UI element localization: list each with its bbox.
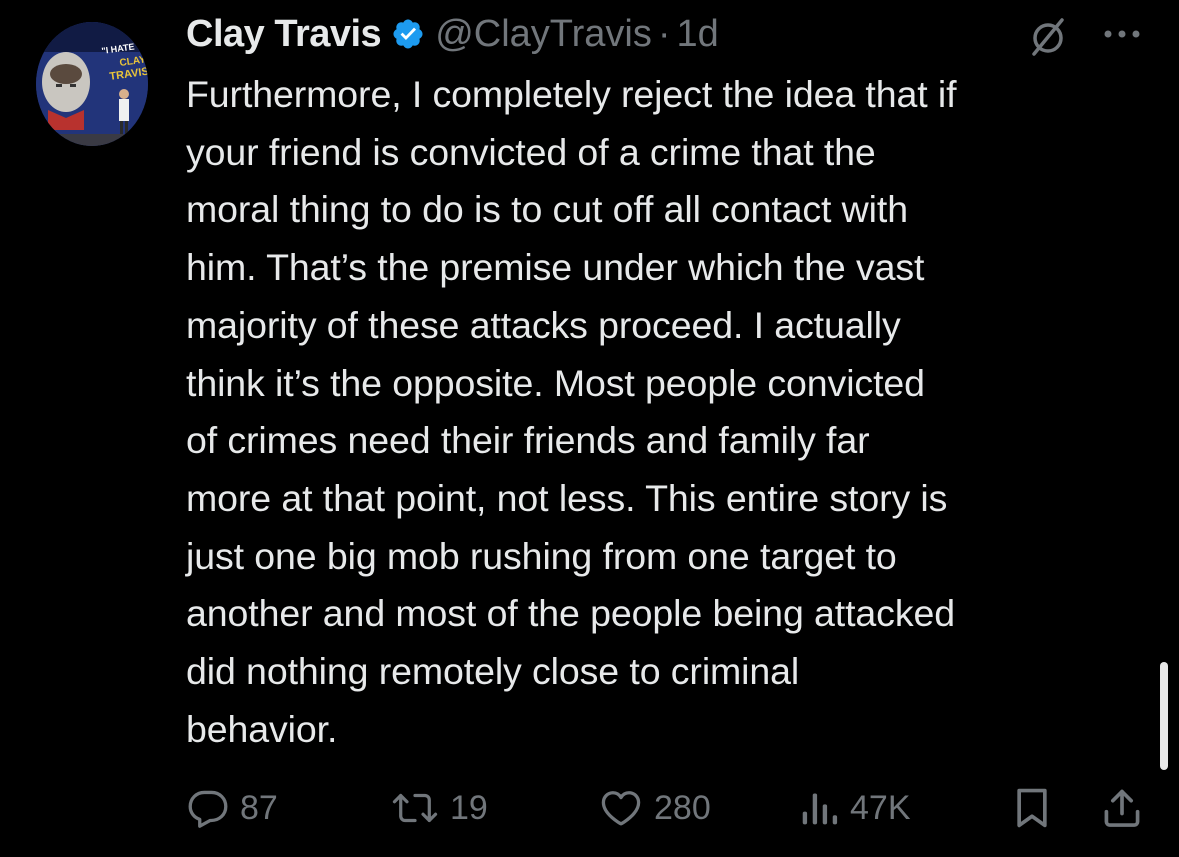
scrollbar[interactable] <box>1160 662 1168 770</box>
tweet: "I HATE YOU CLAY TRAVIS" Clay Travis @Cl… <box>0 0 1179 857</box>
bookmark-button[interactable] <box>1012 780 1052 836</box>
tweet-header: Clay Travis @ClayTravis · 1d <box>186 8 719 60</box>
tweet-text-line: majority of these attacks proceed. I act… <box>186 303 901 346</box>
reply-icon <box>188 790 228 828</box>
repost-count: 19 <box>450 788 488 827</box>
share-button[interactable] <box>1100 780 1144 836</box>
repost-icon <box>392 793 438 823</box>
tweet-text-line: behavior. <box>186 707 338 750</box>
tweet-text: Furthermore, I completely reject the ide… <box>186 66 1136 758</box>
author-display-name[interactable]: Clay Travis <box>186 13 382 56</box>
more-icon[interactable] <box>1100 26 1144 42</box>
verified-badge-icon[interactable] <box>391 17 425 51</box>
reply-count: 87 <box>240 788 278 827</box>
tweet-text-line: of crimes need their friends and family … <box>186 419 870 462</box>
avatar-image: "I HATE YOU CLAY TRAVIS" <box>36 22 148 146</box>
like-count: 280 <box>654 788 711 827</box>
tweet-text-line: Furthermore, I completely reject the ide… <box>186 73 957 115</box>
like-icon <box>601 791 641 826</box>
views-icon <box>802 793 838 825</box>
tweet-text-line: him. That’s the premise under which the … <box>186 246 925 289</box>
bookmark-icon <box>1017 788 1047 828</box>
timestamp[interactable]: 1d <box>676 13 718 56</box>
views-button[interactable]: 47K <box>800 780 911 836</box>
reply-button[interactable]: 87 <box>186 780 278 836</box>
separator-dot: · <box>657 12 671 55</box>
views-count: 47K <box>850 788 911 827</box>
tweet-text-line: moral thing to do is to cut off all cont… <box>186 188 908 231</box>
repost-button[interactable]: 19 <box>390 780 488 836</box>
tweet-text-line: just one big mob rushing from one target… <box>186 534 897 577</box>
tweet-text-line: your friend is convicted of a crime that… <box>186 130 876 173</box>
avatar[interactable]: "I HATE YOU CLAY TRAVIS" <box>36 22 148 146</box>
share-icon <box>1104 789 1140 827</box>
like-button[interactable]: 280 <box>598 780 711 836</box>
tweet-text-line: did nothing remotely close to criminal <box>186 650 800 693</box>
tweet-text-line: another and most of the people being att… <box>186 592 955 635</box>
tweet-text-line: more at that point, not less. This entir… <box>186 476 948 519</box>
author-handle[interactable]: @ClayTravis <box>435 13 652 56</box>
action-bar: 87 19 280 47K <box>186 780 1146 836</box>
grok-icon[interactable] <box>1026 14 1070 58</box>
tweet-text-line: think it’s the opposite. Most people con… <box>186 361 925 404</box>
